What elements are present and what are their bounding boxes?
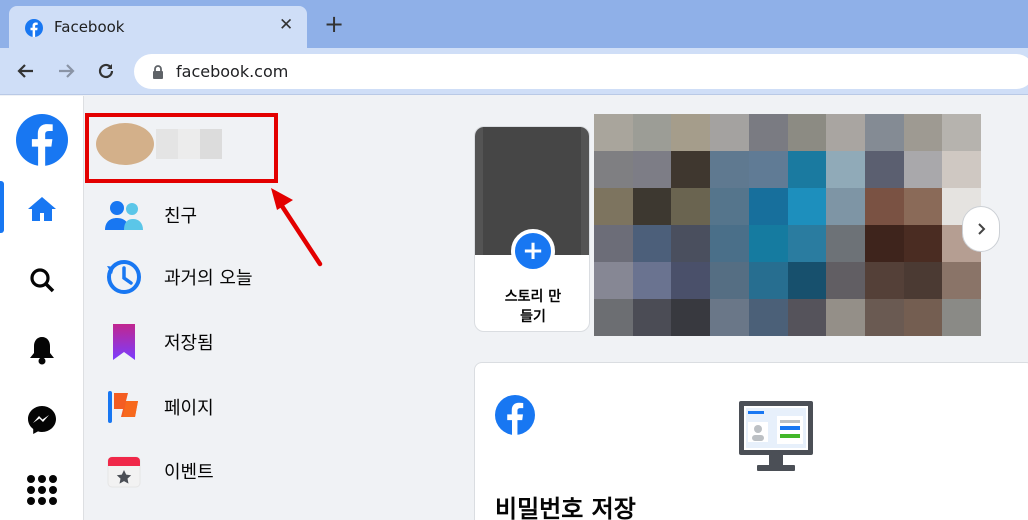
nav-rail xyxy=(0,96,84,520)
sidebar-item-events[interactable]: 이벤트 xyxy=(104,446,214,496)
tab-close-button[interactable]: ✕ xyxy=(279,15,293,35)
plus-icon: + xyxy=(511,229,555,273)
menu-grid-icon xyxy=(27,475,57,505)
facebook-logo xyxy=(16,114,68,166)
blurred-stories-image[interactable] xyxy=(594,114,981,336)
sidebar-item-label: 친구 xyxy=(164,206,198,227)
back-arrow-icon xyxy=(17,64,33,78)
facebook-logo-link[interactable] xyxy=(0,112,84,168)
tab-title: Facebook xyxy=(54,18,125,36)
browser-toolbar: facebook.com xyxy=(0,48,1028,95)
new-tab-button[interactable]: + xyxy=(324,12,344,36)
pages-icon xyxy=(104,387,144,427)
sidebar-item-memories[interactable]: 과거의 오늘 xyxy=(104,252,253,302)
facebook-logo xyxy=(495,395,535,435)
bell-icon xyxy=(30,337,54,365)
browser-tab-strip: Facebook ✕ + xyxy=(0,0,1028,48)
events-icon xyxy=(104,451,144,491)
address-bar[interactable]: facebook.com xyxy=(134,54,1028,89)
sidebar-item-pages[interactable]: 페이지 xyxy=(104,382,214,432)
search-button[interactable] xyxy=(0,252,84,308)
save-password-title: 비밀번호 저장 xyxy=(495,495,636,520)
url-text: facebook.com xyxy=(176,62,289,81)
computer-login-icon xyxy=(739,401,813,471)
create-story-label: 스토리 만 들기 xyxy=(475,287,589,327)
create-story-label-line1: 스토리 만 xyxy=(504,289,562,305)
search-icon xyxy=(30,268,55,293)
browser-tab[interactable]: Facebook ✕ xyxy=(9,6,307,48)
reload-icon xyxy=(98,63,114,79)
memories-icon xyxy=(104,257,144,297)
sidebar-item-label: 과거의 오늘 xyxy=(164,268,253,289)
back-button[interactable] xyxy=(13,57,39,85)
create-story-card[interactable]: + 스토리 만 들기 xyxy=(474,126,590,332)
messenger-icon xyxy=(28,406,56,434)
reload-button[interactable] xyxy=(93,57,119,85)
home-button[interactable] xyxy=(0,181,84,237)
forward-arrow-icon xyxy=(59,64,75,78)
notifications-button[interactable] xyxy=(0,322,84,378)
highlight-annotation-box xyxy=(85,113,278,183)
menu-button[interactable] xyxy=(0,462,84,518)
messenger-button[interactable] xyxy=(0,392,84,448)
sidebar-item-label: 저장됨 xyxy=(164,333,214,354)
sidebar-item-friends[interactable]: 친구 xyxy=(104,190,197,240)
facebook-favicon xyxy=(25,19,43,37)
home-icon xyxy=(28,197,56,221)
lock-icon xyxy=(153,65,163,79)
left-sidebar: 친구 과거의 오늘 저장됨 페이지 이벤트 xyxy=(84,96,464,520)
save-password-card: 비밀번호 저장 xyxy=(474,362,1028,520)
friends-icon xyxy=(104,195,144,235)
stories-next-button[interactable] xyxy=(962,206,1000,252)
sidebar-item-saved[interactable]: 저장됨 xyxy=(104,317,214,367)
plus-glyph: + xyxy=(522,236,544,266)
sidebar-item-label: 이벤트 xyxy=(164,462,214,483)
create-story-label-line2: 들기 xyxy=(520,309,546,325)
forward-button[interactable] xyxy=(53,57,79,85)
saved-icon xyxy=(104,322,144,362)
annotation-arrow-icon xyxy=(271,188,323,267)
chevron-right-icon xyxy=(978,223,986,235)
sidebar-item-label: 페이지 xyxy=(164,398,214,419)
